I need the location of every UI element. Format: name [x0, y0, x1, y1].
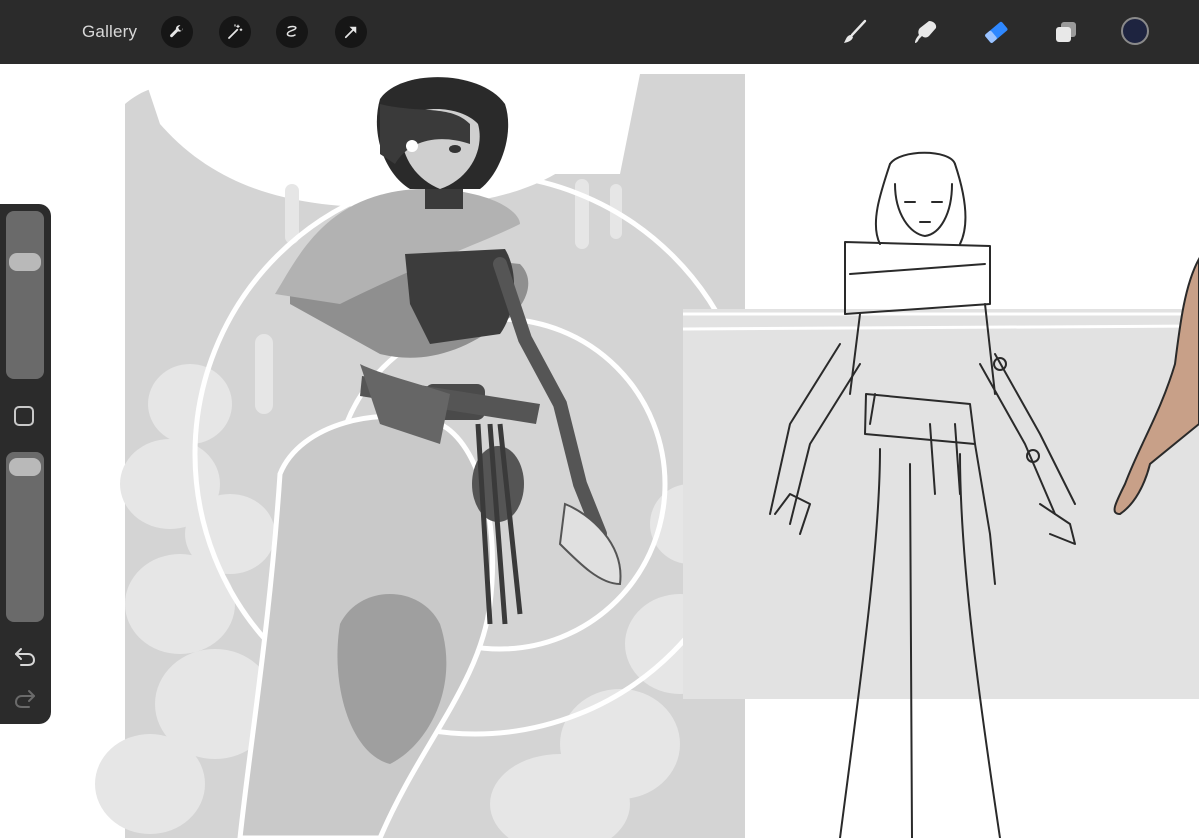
undo-icon — [15, 648, 36, 666]
opacity-slider[interactable] — [6, 452, 44, 622]
selection-button[interactable] — [276, 16, 308, 48]
color-picker-button[interactable] — [1121, 17, 1149, 45]
brush-sidebar — [0, 204, 51, 724]
adjustments-button[interactable] — [219, 16, 251, 48]
brush-size-handle[interactable] — [9, 252, 41, 271]
smudge-icon — [915, 21, 937, 43]
redo-button[interactable] — [12, 686, 38, 710]
magic-wand-icon — [228, 24, 243, 39]
layers-button[interactable] — [1051, 17, 1081, 47]
redo-icon — [14, 690, 35, 708]
brush-tool-button[interactable] — [840, 17, 870, 47]
actions-wrench-button[interactable] — [161, 16, 193, 48]
layers-icon — [1056, 22, 1076, 42]
artwork-illustration — [95, 64, 1199, 838]
brush-size-slider[interactable] — [6, 211, 44, 379]
transform-button[interactable] — [335, 16, 367, 48]
modify-button[interactable] — [14, 406, 34, 426]
drawing-canvas[interactable] — [0, 64, 1199, 838]
gallery-button[interactable]: Gallery — [82, 22, 137, 42]
undo-button[interactable] — [12, 644, 38, 668]
smudge-tool-button[interactable] — [911, 17, 941, 47]
brush-icon — [844, 19, 867, 43]
wrench-icon — [170, 25, 183, 38]
transform-arrow-icon — [344, 26, 357, 39]
top-toolbar: Gallery — [0, 0, 1199, 64]
eraser-tool-button[interactable] — [981, 17, 1011, 47]
opacity-handle[interactable] — [9, 457, 41, 476]
eraser-icon — [985, 21, 1008, 43]
selection-icon — [286, 25, 297, 37]
